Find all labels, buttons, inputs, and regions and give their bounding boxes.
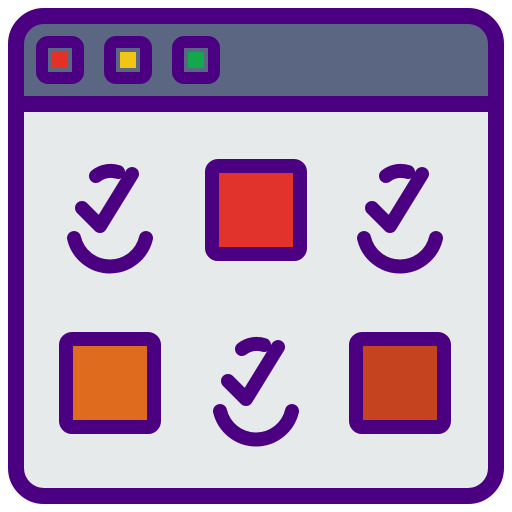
check-top-arc	[89, 163, 125, 183]
close-dot-icon[interactable]	[36, 36, 84, 84]
unchecked-box-icon[interactable]	[59, 332, 161, 434]
checklist-window-svg	[8, 8, 504, 504]
check-top-arc	[379, 163, 415, 183]
maximize-dot-icon[interactable]	[172, 36, 220, 84]
check-top-arc	[235, 336, 271, 356]
browser-window-checklist-icon	[0, 0, 512, 512]
title-bar	[16, 16, 496, 104]
unchecked-box-icon[interactable]	[205, 159, 307, 261]
minimize-dot-icon[interactable]	[104, 36, 152, 84]
unchecked-box-icon[interactable]	[349, 332, 451, 434]
window-controls	[36, 36, 220, 84]
